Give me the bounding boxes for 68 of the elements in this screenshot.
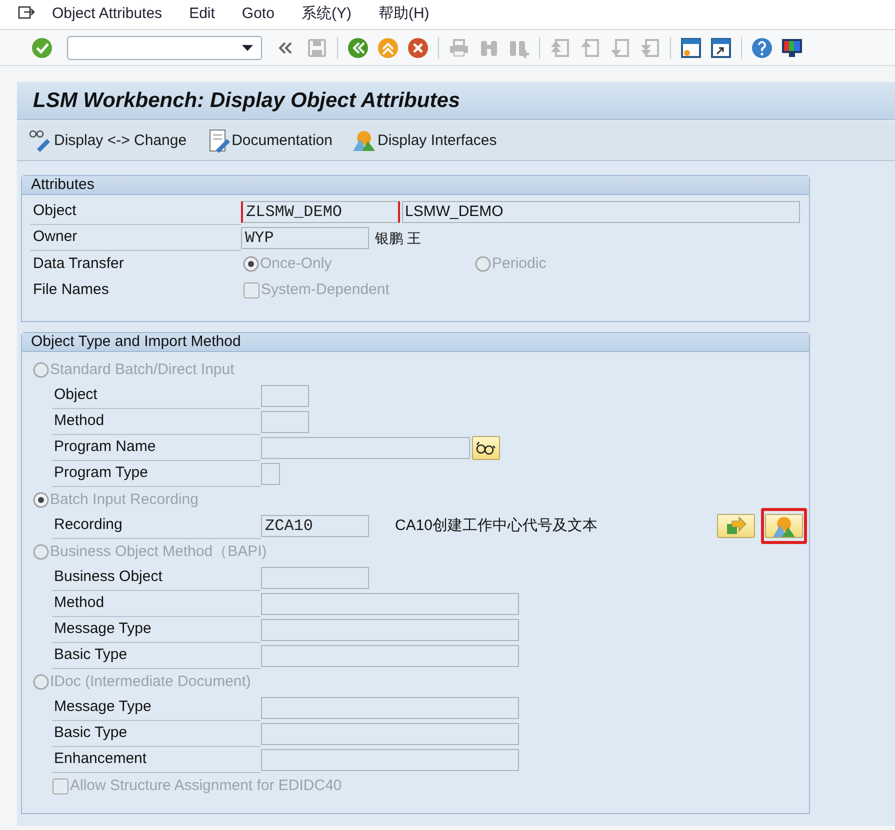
field-label: File Names: [33, 280, 109, 300]
new-window-icon[interactable]: [680, 36, 702, 58]
input-field[interactable]: [261, 463, 280, 485]
help-icon[interactable]: [751, 36, 773, 58]
input-field[interactable]: ZLSMW_DEMO: [241, 201, 400, 223]
input-field[interactable]: [261, 593, 519, 615]
menu-item[interactable]: Goto: [242, 3, 274, 26]
field-label: Program Type: [54, 463, 148, 484]
input-field[interactable]: [261, 723, 519, 745]
field-label: Recording: [54, 515, 122, 536]
field-label: Object: [54, 385, 98, 406]
field-label: Object: [33, 201, 76, 222]
input-field[interactable]: [261, 437, 470, 459]
toolbar-button[interactable]: Display <-> Change: [29, 129, 187, 153]
group-title: Object Type and Import Method: [31, 332, 241, 352]
description-field: LSMW_DEMO: [402, 201, 800, 223]
option-label: Batch Input Recording: [50, 490, 198, 510]
glasses-pencil-icon: [29, 129, 53, 153]
input-field[interactable]: [261, 619, 519, 641]
input-field[interactable]: [261, 567, 369, 589]
field-label: Message Type: [54, 619, 152, 640]
check-icon[interactable]: [31, 36, 53, 58]
arrow-into-box-icon: [724, 515, 748, 537]
option-label: Periodic: [492, 254, 546, 274]
group-title: Attributes: [31, 174, 94, 195]
input-field[interactable]: [261, 697, 519, 719]
input-field[interactable]: [261, 411, 309, 433]
exit-box-icon[interactable]: [18, 4, 35, 20]
field-label: Method: [54, 593, 104, 614]
menu-item[interactable]: 帮助(H): [378, 3, 430, 26]
input-field[interactable]: [261, 749, 519, 771]
document-pencil-icon: [206, 129, 231, 153]
input-field[interactable]: [261, 385, 309, 407]
option-label: Allow Structure Assignment for EDIDC40: [70, 776, 342, 796]
option-label: Business Object Method（BAPI): [50, 542, 267, 562]
command-field[interactable]: [67, 36, 262, 60]
input-field[interactable]: [261, 645, 519, 667]
option-label: Once-Only: [260, 254, 332, 274]
monitor-icon[interactable]: [781, 36, 803, 58]
back-icon[interactable]: [347, 36, 369, 58]
description-text: CA10创建工作中心代号及文本: [395, 516, 599, 536]
option-label: IDoc (Intermediate Document): [50, 672, 251, 692]
menu-item[interactable]: Edit: [189, 3, 215, 26]
option-label: System-Dependent: [261, 280, 390, 300]
field-label: Business Object: [54, 567, 162, 588]
toolbar-button[interactable]: Documentation: [206, 129, 332, 153]
description-text: 银鹏 王: [375, 228, 421, 248]
cancel-icon[interactable]: [407, 36, 429, 58]
mountain-sun-icon: [772, 515, 796, 537]
mountain-sun-icon: [352, 129, 376, 153]
field-label: Basic Type: [54, 645, 128, 666]
glasses-icon: [475, 439, 497, 457]
field-label: Message Type: [54, 697, 152, 718]
input-field[interactable]: WYP: [241, 227, 369, 249]
field-label: Data Transfer: [33, 254, 124, 274]
toolbar-button[interactable]: Display Interfaces: [352, 129, 497, 153]
screen-title: LSM Workbench: Display Object Attributes: [33, 88, 460, 114]
menu-item[interactable]: Object Attributes: [52, 3, 162, 26]
option-label: Standard Batch/Direct Input: [50, 360, 234, 380]
up-chevron-icon[interactable]: [377, 36, 399, 58]
shortcut-window-icon[interactable]: [710, 36, 732, 58]
field-label: Enhancement: [54, 749, 147, 770]
field-label: Program Name: [54, 437, 156, 458]
field-label: Method: [54, 411, 104, 432]
menu-item[interactable]: 系统(Y): [301, 3, 352, 26]
field-label: Basic Type: [54, 723, 128, 744]
dropdown-icon[interactable]: [242, 44, 253, 50]
field-label: Owner: [33, 227, 78, 248]
